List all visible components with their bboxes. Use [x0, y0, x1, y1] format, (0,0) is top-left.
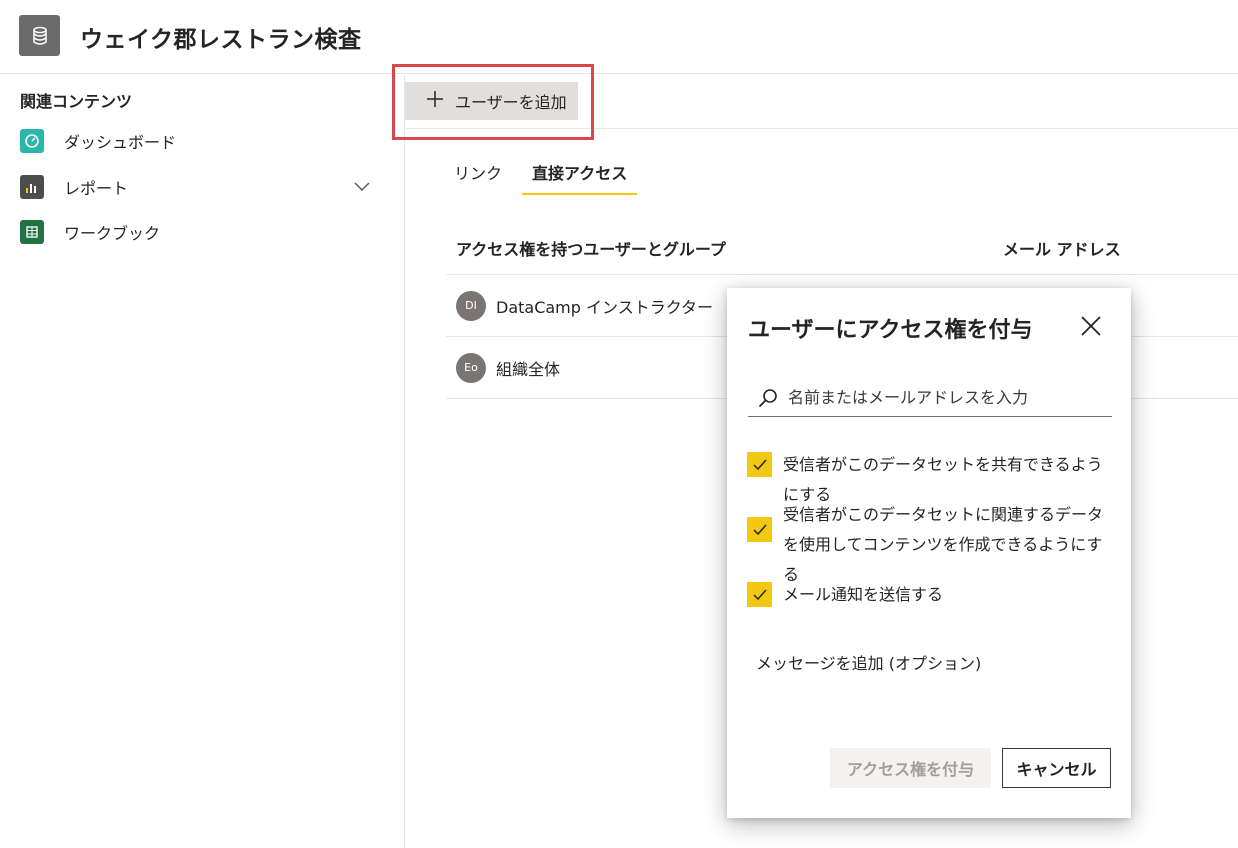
dialog-title: ユーザーにアクセス権を付与	[748, 318, 1033, 343]
table-header: アクセス権を持つユーザーとグループ メール アドレス	[446, 226, 1238, 275]
report-icon	[20, 175, 44, 199]
tab-link[interactable]: リンク	[454, 160, 502, 195]
excel-icon	[20, 220, 44, 244]
plus-icon	[425, 89, 445, 113]
sidebar-item-workbook[interactable]: ワークブック	[20, 217, 380, 247]
tab-direct-access[interactable]: 直接アクセス	[522, 160, 638, 195]
close-icon[interactable]	[1078, 313, 1104, 339]
checkbox-send-email[interactable]: メール通知を送信する	[747, 580, 1113, 610]
checkmark-icon[interactable]	[747, 517, 772, 542]
chevron-down-icon[interactable]	[354, 178, 370, 198]
checkbox-allow-build[interactable]: 受信者がこのデータセットに関連するデータを使用してコンテンツを作成できるようにす…	[747, 500, 1113, 590]
add-user-label: ユーザーを追加	[455, 93, 567, 112]
related-content-sidebar: 関連コンテンツ ダッシュボード レポート ワークブック	[0, 75, 405, 848]
database-icon	[19, 15, 60, 56]
access-tabs: リンク 直接アクセス	[454, 160, 667, 195]
search-icon	[756, 386, 780, 410]
sidebar-item-label: ワークブック	[64, 224, 161, 243]
avatar: Eo	[456, 352, 486, 383]
checkbox-label: メール通知を送信する	[783, 585, 944, 604]
checkmark-icon[interactable]	[747, 582, 772, 607]
user-name: DataCamp インストラクター	[496, 297, 714, 317]
page-header: ウェイク郡レストラン検査	[0, 0, 1238, 74]
page-title: ウェイク郡レストラン検査	[80, 27, 362, 53]
dashboard-icon	[20, 129, 44, 153]
search-field	[748, 379, 1112, 417]
checkmark-icon[interactable]	[747, 452, 772, 477]
cancel-button[interactable]: キャンセル	[1002, 748, 1111, 788]
user-name: 組織全体	[496, 359, 561, 379]
sidebar-heading: 関連コンテンツ	[20, 92, 133, 111]
grant-access-dialog: ユーザーにアクセス権を付与 受信者がこのデータセットを共有できるようにする 受信…	[727, 288, 1131, 818]
sidebar-item-label: ダッシュボード	[64, 133, 177, 152]
grant-access-button[interactable]: アクセス権を付与	[830, 748, 991, 788]
add-user-button[interactable]: ユーザーを追加	[405, 82, 578, 120]
sidebar-item-dashboard[interactable]: ダッシュボード	[20, 126, 380, 156]
column-header-users: アクセス権を持つユーザーとグループ	[456, 240, 726, 259]
sidebar-item-label: レポート	[64, 179, 129, 198]
add-message-link[interactable]: メッセージを追加 (オプション)	[756, 650, 981, 674]
sidebar-item-report[interactable]: レポート	[20, 172, 380, 202]
search-input[interactable]	[788, 388, 1108, 407]
column-header-email: メール アドレス	[1003, 240, 1121, 259]
checkbox-label: 受信者がこのデータセットに関連するデータを使用してコンテンツを作成できるようにす…	[783, 505, 1104, 584]
avatar: DI	[456, 290, 486, 321]
